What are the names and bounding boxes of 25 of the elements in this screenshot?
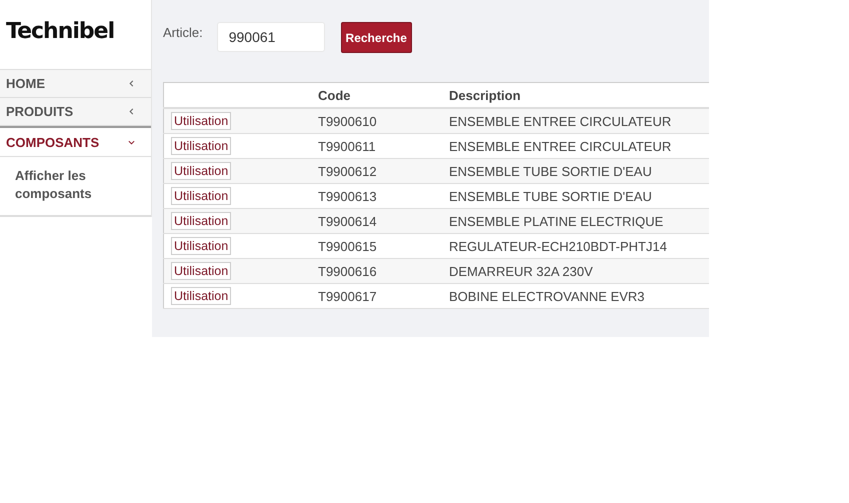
table-cell: ENSEMBLE TUBE SORTIE D'EAU <box>449 158 709 184</box>
logo: Technibel <box>6 19 114 44</box>
field-label: Article: <box>163 25 203 40</box>
table-cell: T9900614 <box>318 208 449 234</box>
usage-button[interactable]: Utilisation <box>171 137 232 155</box>
usage-button[interactable]: Utilisation <box>171 287 232 305</box>
table-cell: T9900616 <box>318 258 449 284</box>
usage-button[interactable]: Utilisation <box>171 212 232 230</box>
usage-button[interactable]: Utilisation <box>171 162 232 180</box>
table-cell: BOBINE ELECTROVANNE EVR3 <box>449 284 709 308</box>
table-cell: ENSEMBLE ENTREE CIRCULATEUR <box>449 108 709 134</box>
usage-button[interactable]: Utilisation <box>171 237 232 255</box>
usage-button[interactable]: Utilisation <box>171 112 232 130</box>
search-button[interactable]: Recherche <box>340 22 412 53</box>
usage-button[interactable]: Utilisation <box>171 262 232 280</box>
table-cell: ENSEMBLE PLATINE ELECTRIQUE <box>449 208 709 234</box>
table-cell: T9900612 <box>318 158 449 184</box>
article-field[interactable]: 990061 <box>216 22 325 52</box>
table-cell: T9900610 <box>318 108 449 134</box>
nav-item[interactable]: PRODUITS <box>0 98 151 126</box>
table-cell: T9900617 <box>318 284 449 308</box>
table-cell: DEMARREUR 32A 230V <box>449 258 709 284</box>
submenu-link[interactable]: Afficher les composants <box>15 167 105 203</box>
usage-button[interactable]: Utilisation <box>171 187 232 205</box>
nav-item[interactable]: HOME <box>0 70 151 98</box>
